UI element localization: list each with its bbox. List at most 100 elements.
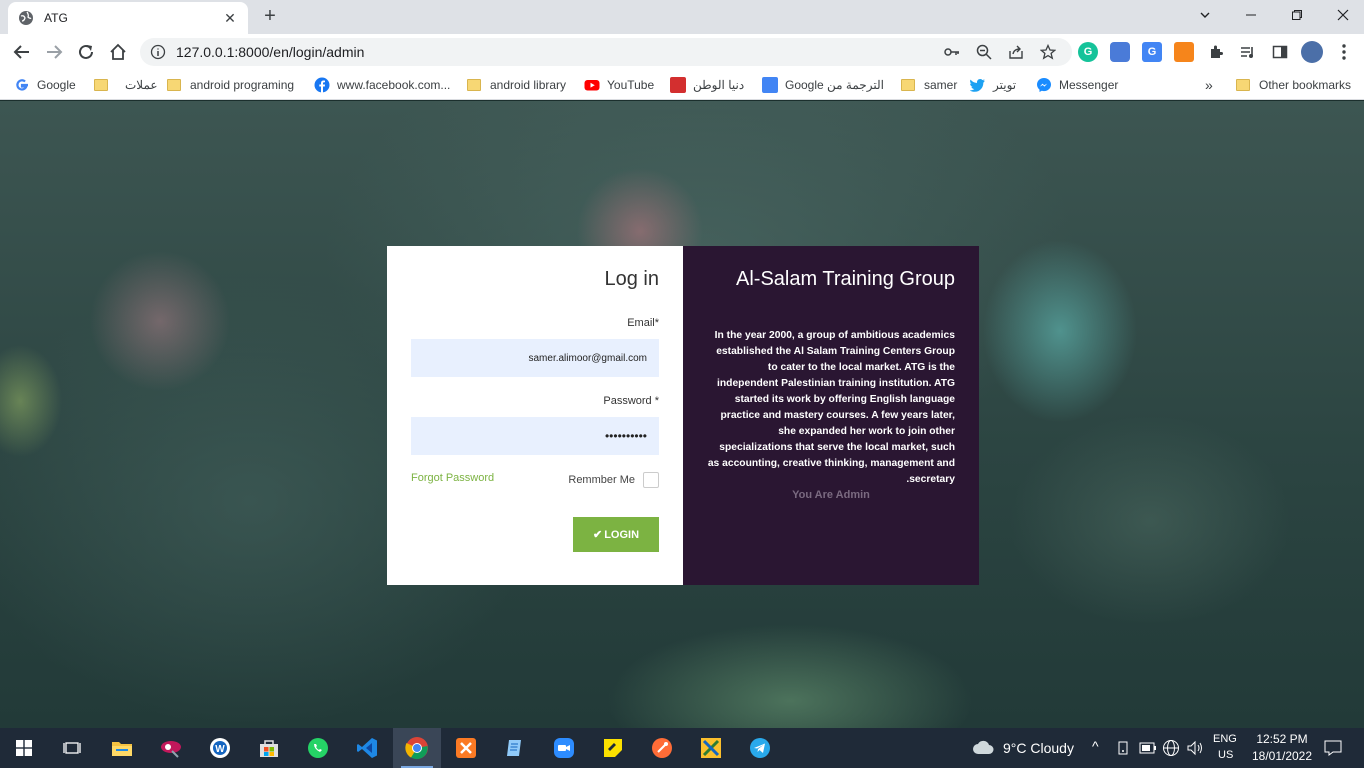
bookmarks-overflow-chevron[interactable]: » bbox=[1205, 76, 1213, 94]
task-view-icon[interactable] bbox=[56, 732, 88, 764]
snipping-tool-icon[interactable] bbox=[155, 732, 187, 764]
extensions-puzzle-icon[interactable] bbox=[1206, 42, 1226, 62]
bookmark-messenger[interactable]: Messenger bbox=[1036, 76, 1118, 94]
windows-start-icon[interactable] bbox=[8, 732, 40, 764]
restore-icon[interactable] bbox=[1274, 0, 1320, 30]
new-tab-button[interactable]: + bbox=[258, 5, 282, 29]
bookmark-facebook[interactable]: www.facebook.com... bbox=[314, 76, 450, 94]
grammarly-icon[interactable]: G bbox=[1078, 42, 1098, 62]
bookmark-folder-android-programing[interactable]: android programing bbox=[167, 76, 294, 94]
bookmark-folder-samer[interactable]: samer bbox=[901, 76, 957, 94]
bookmark-label: تويتر bbox=[993, 78, 1017, 92]
bookmark-label: YouTube bbox=[607, 78, 655, 92]
login-card: Log in *Email * Password Forgot Password… bbox=[387, 246, 979, 585]
remember-me: Remmber Me bbox=[568, 472, 659, 488]
chrome-taskbar-icon[interactable] bbox=[393, 728, 441, 768]
zoom-meetings-icon[interactable] bbox=[548, 732, 580, 764]
share-icon[interactable] bbox=[1008, 44, 1024, 60]
google-icon bbox=[16, 79, 28, 91]
clock-time[interactable]: 12:52 PM bbox=[1254, 732, 1310, 746]
file-explorer-icon[interactable] bbox=[106, 732, 138, 764]
tab-search-chevron-icon[interactable] bbox=[1182, 0, 1228, 30]
cloudy-weather-icon[interactable] bbox=[972, 739, 994, 755]
input-region[interactable]: US bbox=[1218, 749, 1233, 761]
tab-close-icon[interactable]: ✕ bbox=[222, 10, 238, 27]
word-app-icon[interactable]: W bbox=[204, 732, 236, 764]
input-language[interactable]: ENG bbox=[1213, 733, 1237, 745]
login-button[interactable]: ✔ LOGIN bbox=[573, 517, 659, 552]
weather-text[interactable]: 9°C Cloudy bbox=[1003, 740, 1074, 756]
network-tool-icon[interactable] bbox=[695, 732, 727, 764]
volume-icon[interactable] bbox=[1186, 739, 1204, 757]
back-arrow-icon[interactable] bbox=[10, 40, 34, 64]
home-icon[interactable] bbox=[106, 40, 130, 64]
bookmark-label: Google الترجمة من bbox=[785, 78, 884, 92]
star-icon[interactable] bbox=[1040, 44, 1056, 60]
bookmark-youtube[interactable]: YouTube bbox=[584, 76, 654, 94]
tab-strip: ATG ✕ + bbox=[0, 0, 1364, 34]
windows-taskbar: W 9°C Cloudy ^ ENG US 12:52 PM 18/01/202… bbox=[0, 728, 1364, 768]
translate-icon bbox=[762, 77, 778, 93]
browser-toolbar: 127.0.0.1:8000/en/login/admin G 5m G bbox=[0, 34, 1364, 96]
metamask-fox-icon[interactable] bbox=[1174, 42, 1194, 62]
remember-me-checkbox[interactable] bbox=[643, 472, 659, 488]
side-panel-icon[interactable] bbox=[1270, 42, 1290, 62]
browser-tab[interactable]: ATG ✕ bbox=[8, 2, 248, 34]
telegram-icon[interactable] bbox=[744, 732, 776, 764]
bookmark-google[interactable]: Google bbox=[14, 76, 76, 94]
folder-icon bbox=[1236, 79, 1250, 91]
sticky-notes-icon[interactable] bbox=[597, 732, 629, 764]
password-field[interactable] bbox=[411, 417, 659, 455]
timer-extension-icon[interactable] bbox=[1110, 42, 1130, 62]
twitter-icon bbox=[970, 79, 985, 92]
messenger-icon bbox=[1037, 78, 1051, 92]
postman-icon[interactable] bbox=[646, 732, 678, 764]
tray-overflow-chevron-icon[interactable]: ^ bbox=[1092, 738, 1099, 754]
facebook-icon bbox=[314, 77, 330, 93]
bookmark-label: عملات bbox=[125, 78, 158, 92]
battery-icon[interactable] bbox=[1139, 742, 1157, 754]
forward-arrow-icon[interactable] bbox=[42, 40, 66, 64]
folder-icon bbox=[467, 79, 481, 91]
key-icon[interactable] bbox=[944, 44, 960, 60]
tab-title: ATG bbox=[44, 11, 68, 25]
bookmark-label: samer bbox=[924, 78, 958, 92]
microsoft-store-icon[interactable] bbox=[253, 732, 285, 764]
zoom-icon[interactable] bbox=[976, 44, 992, 60]
bookmark-donia-alwatan[interactable]: دنيا الوطن bbox=[670, 76, 744, 94]
address-bar[interactable]: 127.0.0.1:8000/en/login/admin bbox=[140, 38, 1072, 66]
device-icon[interactable] bbox=[1116, 740, 1130, 756]
youtube-icon bbox=[584, 80, 600, 91]
bookmark-google-translate[interactable]: Google الترجمة من bbox=[762, 76, 884, 94]
xampp-icon[interactable] bbox=[450, 732, 482, 764]
login-form: Log in *Email * Password Forgot Password… bbox=[387, 246, 683, 585]
email-label: *Email bbox=[627, 317, 659, 329]
other-bookmarks[interactable]: Other bookmarks bbox=[1236, 76, 1351, 94]
bookmark-label: دنيا الوطن bbox=[693, 78, 745, 92]
site-info-icon[interactable] bbox=[150, 44, 166, 60]
google-translate-icon[interactable]: G bbox=[1142, 42, 1162, 62]
notepad-icon[interactable] bbox=[499, 732, 531, 764]
info-panel: Al-Salam Training Group In the year 2000… bbox=[683, 246, 979, 585]
notifications-icon[interactable] bbox=[1324, 739, 1342, 757]
clock-date[interactable]: 18/01/2022 bbox=[1250, 749, 1314, 763]
login-title: Log in bbox=[604, 268, 660, 290]
bookmark-folder-3mlat[interactable]: عملات bbox=[94, 76, 158, 94]
bookmark-twitter[interactable]: تويتر bbox=[970, 76, 1016, 94]
url-text[interactable]: 127.0.0.1:8000/en/login/admin bbox=[176, 44, 364, 60]
forgot-password-link[interactable]: Forgot Password bbox=[411, 472, 494, 484]
profile-avatar[interactable] bbox=[1301, 41, 1323, 63]
whatsapp-icon[interactable] bbox=[302, 732, 334, 764]
bookmark-folder-android-library[interactable]: android library bbox=[467, 76, 566, 94]
reload-icon[interactable] bbox=[74, 40, 98, 64]
menu-kebab-icon[interactable] bbox=[1334, 42, 1354, 62]
bookmark-label: Messenger bbox=[1059, 78, 1119, 92]
vscode-icon[interactable] bbox=[351, 732, 383, 764]
email-field[interactable] bbox=[411, 339, 659, 377]
network-globe-icon[interactable] bbox=[1162, 739, 1180, 757]
close-window-icon[interactable] bbox=[1320, 0, 1364, 30]
svg-text:W: W bbox=[215, 744, 225, 755]
minimize-icon[interactable] bbox=[1228, 0, 1274, 30]
bookmark-label: android programing bbox=[190, 78, 295, 92]
media-control-icon[interactable] bbox=[1238, 42, 1258, 62]
